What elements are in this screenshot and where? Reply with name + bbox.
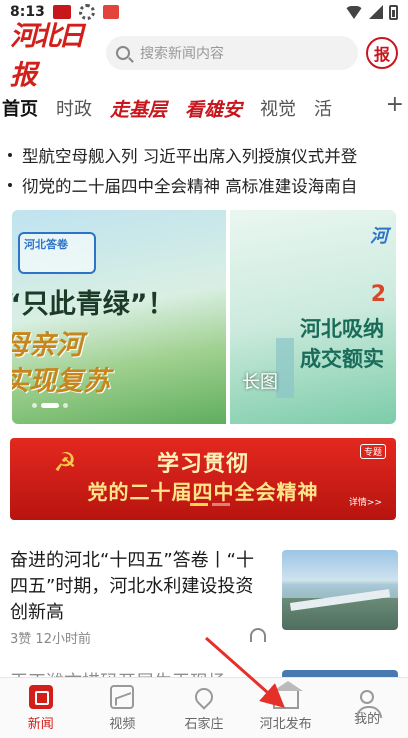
nav-label: 石家庄 bbox=[184, 716, 224, 732]
newspaper-button[interactable]: 报 bbox=[366, 37, 398, 69]
slide-number: 2 bbox=[370, 282, 386, 307]
tab-xiongan[interactable]: 看雄安 bbox=[185, 95, 242, 122]
search-placeholder: 搜索新闻内容 bbox=[140, 46, 224, 62]
tab-home[interactable]: 首页 bbox=[2, 95, 38, 121]
app-header: 河北日报 搜索新闻内容 报 bbox=[0, 21, 408, 91]
add-channel-button[interactable]: + bbox=[381, 92, 404, 117]
nav-video[interactable]: 视频 bbox=[82, 678, 164, 738]
nav-label: 新闻 bbox=[27, 716, 54, 732]
headline-text: 型航空母舰入列 习近平出席入列授旗仪式并登 bbox=[22, 147, 358, 166]
bullet-icon bbox=[8, 153, 12, 157]
banner-title: 学习贯彻 bbox=[156, 452, 249, 477]
carousel-indicator bbox=[32, 403, 68, 408]
carousel-dot bbox=[63, 403, 68, 408]
headphones-icon[interactable] bbox=[250, 628, 266, 642]
slide-title-line: 河北吸纳 bbox=[300, 317, 384, 341]
search-icon bbox=[116, 46, 130, 60]
slide-title: 河北吸纳 成交额实 bbox=[300, 314, 384, 374]
headline-list: 型航空母舰入列 习近平出席入列授旗仪式并登 彻党的二十届四中全会精神 高标准建设… bbox=[0, 140, 408, 200]
news-icon bbox=[28, 684, 53, 709]
long-image-label: 长图 bbox=[242, 372, 278, 393]
location-pin-icon bbox=[191, 683, 217, 710]
app-screen: 8:13 河北日报 搜索新闻内容 报 首页 时政 走基层 看雄安 视觉 活 + … bbox=[0, 0, 408, 738]
carousel-dot bbox=[32, 403, 37, 408]
nav-me[interactable]: 我的 bbox=[326, 678, 408, 738]
news-item[interactable]: 奋进的河北“十四五”答卷丨“十四五”时期，河北水利建设投资创新高 3赞 12小时… bbox=[10, 548, 398, 652]
bottom-navigation: 新闻 视频 石家庄 河北发布 我的 bbox=[0, 677, 408, 738]
news-time: 12小时前 bbox=[35, 632, 91, 647]
topic-banner[interactable]: ☭ 专题 学习贯彻 党的二十届四中全会精神 详情>> bbox=[10, 438, 396, 520]
nav-shijiazhuang[interactable]: 石家庄 bbox=[163, 678, 245, 738]
nav-hebei-release[interactable]: 河北发布 bbox=[245, 678, 327, 738]
banner-dot bbox=[212, 503, 230, 506]
headline-item[interactable]: 型航空母舰入列 习近平出席入列授旗仪式并登 bbox=[0, 140, 408, 170]
tab-activity[interactable]: 活 bbox=[314, 95, 332, 121]
signal-icon bbox=[369, 5, 383, 19]
headline-item[interactable]: 彻党的二十届四中全会精神 高标准建设海南自 bbox=[0, 170, 408, 200]
battery-icon bbox=[389, 4, 398, 20]
slide-subtitle: 母亲河 实现复苏 bbox=[12, 328, 110, 400]
slide-subtitle-line: 母亲河 bbox=[12, 330, 83, 361]
app-logo: 河北日报 bbox=[10, 21, 85, 91]
crown-icon bbox=[272, 680, 303, 709]
tab-grassroots[interactable]: 走基层 bbox=[110, 95, 167, 122]
slide-subtitle-line: 实现复苏 bbox=[12, 366, 110, 397]
tab-visual[interactable]: 视觉 bbox=[260, 95, 296, 121]
status-indicators bbox=[345, 4, 398, 20]
key-icon bbox=[102, 5, 119, 19]
channel-tabs: 首页 时政 走基层 看雄安 视觉 活 bbox=[0, 86, 408, 130]
banner-more-link[interactable]: 详情>> bbox=[349, 495, 382, 508]
news-likes: 3赞 bbox=[10, 632, 32, 647]
headline-text: 彻党的二十届四中全会精神 高标准建设海南自 bbox=[22, 177, 358, 196]
carousel-dot-active bbox=[41, 403, 59, 408]
slide-title: “只此青绿”！ bbox=[12, 289, 175, 320]
building-illustration bbox=[276, 338, 294, 398]
news-thumbnail bbox=[282, 550, 398, 630]
slide-chip: 河 bbox=[370, 226, 388, 247]
featured-carousel[interactable]: 河北答卷 “只此青绿”！ 母亲河 实现复苏 河 2 河北吸纳 成交额实 长图 bbox=[12, 210, 396, 424]
bullet-icon bbox=[8, 183, 12, 187]
nav-label: 河北发布 bbox=[259, 716, 312, 732]
slide-title-line: 成交额实 bbox=[300, 347, 384, 371]
user-icon bbox=[356, 689, 383, 718]
slide-chip: 河北答卷 bbox=[18, 232, 96, 274]
video-icon bbox=[110, 684, 135, 709]
banner-subtitle: 党的二十届四中全会精神 bbox=[87, 480, 319, 504]
banner-dot-active bbox=[190, 503, 208, 506]
nav-news[interactable]: 新闻 bbox=[0, 678, 82, 738]
banner-indicator bbox=[190, 503, 230, 506]
carousel-slide[interactable]: 河 2 河北吸纳 成交额实 长图 bbox=[230, 210, 396, 424]
news-meta: 3赞 12小时前 bbox=[10, 628, 91, 647]
wifi-icon bbox=[345, 5, 363, 19]
news-title: 奋进的河北“十四五”答卷丨“十四五”时期，河北水利建设投资创新高 bbox=[10, 550, 254, 623]
carousel-slide[interactable]: 河北答卷 “只此青绿”！ 母亲河 实现复苏 bbox=[12, 210, 226, 424]
nav-label: 视频 bbox=[109, 716, 136, 732]
tab-politics[interactable]: 时政 bbox=[56, 95, 92, 121]
search-bar[interactable]: 搜索新闻内容 bbox=[106, 36, 358, 70]
